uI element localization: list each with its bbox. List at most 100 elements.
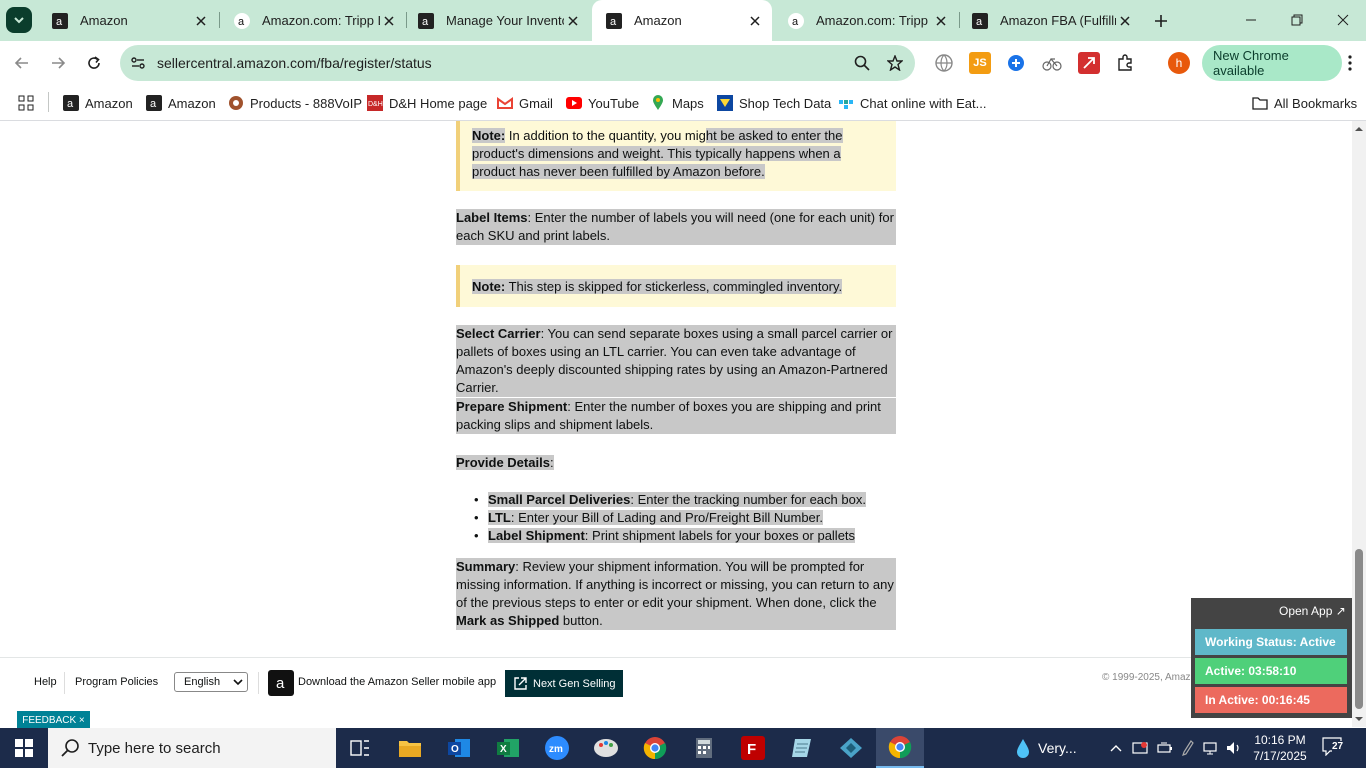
app-diamond-icon[interactable] [827, 728, 875, 768]
program-policies-link[interactable]: Program Policies [75, 676, 158, 688]
profile-avatar[interactable]: h [1168, 52, 1190, 74]
pdf-extension-icon[interactable] [1078, 52, 1100, 74]
page-scrollbar[interactable] [1352, 121, 1366, 727]
next-gen-selling-button[interactable]: Next Gen Selling [505, 670, 623, 697]
close-window-button[interactable] [1320, 0, 1366, 40]
svg-text:a: a [56, 16, 63, 28]
zoom-icon[interactable]: zm [533, 728, 581, 768]
bookmark-maps[interactable]: Maps [650, 92, 704, 114]
weather-widget[interactable]: Very... [1016, 728, 1077, 768]
bike-extension-icon[interactable] [1041, 52, 1063, 74]
minimize-button[interactable] [1228, 0, 1274, 40]
close-icon[interactable] [564, 12, 582, 30]
tab-amazon-tripp-2[interactable]: a Amazon.com: Tripp Li [774, 0, 958, 41]
feedback-button[interactable]: FEEDBACK × [17, 711, 90, 729]
time-tracker-widget: Open App ↗ Working Status: Active Active… [1191, 598, 1352, 718]
zoom-search-icon[interactable] [852, 53, 872, 73]
start-button[interactable] [0, 728, 48, 768]
close-icon[interactable] [746, 12, 764, 30]
tech-data-favicon-icon [717, 95, 733, 111]
amazon-favicon-icon: a [146, 95, 162, 111]
apps-grid-icon[interactable] [18, 92, 34, 114]
translate-extension-icon[interactable] [933, 52, 955, 74]
chrome-icon[interactable] [631, 728, 679, 768]
bookmark-amazon-2[interactable]: a Amazon [146, 92, 216, 114]
extensions-puzzle-icon[interactable] [1114, 52, 1136, 74]
bookmark-chat-online[interactable]: Chat online with Eat... [838, 92, 986, 114]
taskbar-search-input[interactable]: Type here to search [48, 728, 336, 768]
notification-center[interactable]: 27 [1322, 736, 1348, 760]
amazon-favicon-icon: a [63, 95, 79, 111]
all-bookmarks-folder[interactable]: All Bookmarks [1252, 92, 1357, 114]
reload-button[interactable] [80, 49, 108, 77]
excel-icon[interactable]: X [484, 728, 532, 768]
summary-paragraph: Summary: Review your shipment informatio… [456, 558, 896, 630]
close-icon [1337, 14, 1349, 26]
paint-icon[interactable] [582, 728, 630, 768]
tab-amazon-fba[interactable]: a Amazon FBA (Fulfillm [958, 0, 1142, 41]
site-settings-icon[interactable] [128, 53, 148, 73]
windows-logo-icon [15, 739, 33, 757]
scroll-up-icon[interactable] [1355, 125, 1363, 133]
filezilla-icon[interactable]: F [729, 728, 777, 768]
back-button[interactable] [8, 49, 36, 77]
volume-icon[interactable] [1226, 728, 1242, 768]
show-hidden-icons[interactable] [1110, 728, 1122, 768]
chrome-active-icon[interactable] [876, 728, 924, 768]
language-select[interactable]: English [174, 672, 248, 692]
calculator-icon[interactable] [680, 728, 728, 768]
download-app-link[interactable]: Download the Amazon Seller mobile app [298, 676, 496, 688]
js-extension-icon[interactable]: JS [969, 52, 991, 74]
amazon-favicon-icon: a [972, 12, 988, 29]
close-icon[interactable] [192, 12, 210, 30]
bookmark-888voip[interactable]: Products - 888VoIP [228, 92, 362, 114]
battery-icon[interactable] [1157, 728, 1173, 768]
close-icon[interactable] [380, 12, 398, 30]
scroll-down-icon[interactable] [1355, 715, 1363, 723]
tab-title: Amazon.com: Tripp Li [262, 13, 380, 28]
tab-manage-inventory[interactable]: a Manage Your Invento [404, 0, 590, 41]
blue-extension-icon[interactable] [1005, 52, 1027, 74]
bookmarks-divider [48, 92, 49, 112]
notepad-icon[interactable] [778, 728, 826, 768]
close-icon[interactable] [932, 12, 950, 30]
bookmark-gmail[interactable]: Gmail [497, 92, 553, 114]
help-link[interactable]: Help [34, 676, 57, 688]
forward-button[interactable] [44, 49, 72, 77]
bookmark-star-icon[interactable] [885, 53, 905, 73]
list-item: Small Parcel Deliveries: Enter the track… [474, 491, 888, 509]
file-explorer-icon[interactable] [386, 728, 434, 768]
new-chrome-available-button[interactable]: New Chrome available [1202, 45, 1342, 81]
bookmark-dh[interactable]: D&H D&H Home page [367, 92, 487, 114]
svg-text:a: a [610, 16, 617, 28]
tab-amazon-active[interactable]: a Amazon [592, 0, 772, 41]
tab-title: Manage Your Invento [446, 13, 564, 28]
tab-amazon-tripp-1[interactable]: a Amazon.com: Tripp Li [220, 0, 406, 41]
amazon-app-icon[interactable]: a [268, 670, 294, 696]
restore-button[interactable] [1274, 0, 1320, 40]
bookmark-youtube[interactable]: YouTube [566, 92, 639, 114]
url-text[interactable]: sellercentral.amazon.com/fba/register/st… [157, 55, 432, 71]
close-icon[interactable] [1116, 12, 1134, 30]
open-app-link[interactable]: Open App ↗ [1279, 604, 1346, 618]
list-item: LTL: Enter your Bill of Lading and Pro/F… [474, 509, 888, 527]
windows-taskbar: Type here to search O X zm F Very... 10:… [0, 728, 1366, 768]
scroll-thumb[interactable] [1355, 549, 1363, 709]
tab-amazon-1[interactable]: a Amazon [38, 0, 218, 41]
bookmark-shop-tech-data[interactable]: Shop Tech Data [717, 92, 831, 114]
amazon-favicon-icon: a [52, 12, 68, 29]
taskbar-clock[interactable]: 10:16 PM 7/17/2025 [1244, 732, 1316, 764]
new-tab-button[interactable] [1150, 10, 1172, 32]
bookmark-amazon-1[interactable]: a Amazon [63, 92, 133, 114]
pen-icon[interactable] [1182, 728, 1194, 768]
outlook-icon[interactable]: O [435, 728, 483, 768]
tab-search-button[interactable] [6, 7, 32, 33]
dh-favicon-icon: D&H [367, 95, 383, 111]
address-bar[interactable]: sellercentral.amazon.com/fba/register/st… [120, 45, 915, 81]
chrome-menu-icon[interactable] [1340, 53, 1360, 73]
footer-divider [258, 672, 259, 694]
svg-text:a: a [67, 98, 74, 110]
network-icon[interactable] [1203, 728, 1221, 768]
task-view-icon[interactable] [336, 728, 384, 768]
meet-now-icon[interactable] [1132, 728, 1148, 768]
